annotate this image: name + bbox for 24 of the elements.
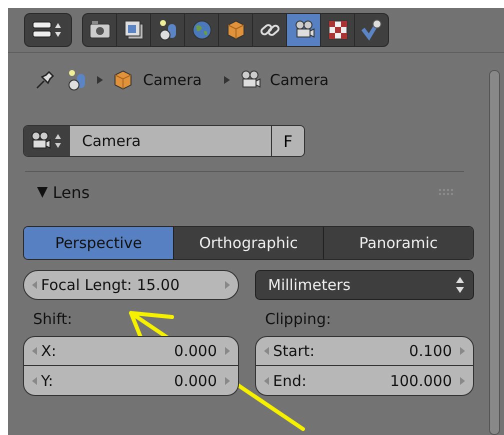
- unit-dropdown[interactable]: Millimeters: [255, 270, 474, 300]
- projection-option[interactable]: Perspective: [24, 227, 174, 259]
- updown-icon: [455, 276, 465, 294]
- group-label: Shift:: [32, 310, 74, 330]
- checker-icon: [326, 18, 350, 42]
- datablock-name-field[interactable]: Camera: [70, 126, 272, 156]
- projection-option[interactable]: Panoramic: [324, 227, 473, 259]
- images-icon: [122, 18, 146, 42]
- panel-title[interactable]: Lens: [52, 182, 90, 202]
- scrollbar[interactable]: [489, 70, 500, 435]
- chevron-icon: [97, 76, 103, 84]
- properties-tab[interactable]: [287, 14, 321, 46]
- globe-icon: [190, 18, 214, 42]
- fake-user-button[interactable]: F: [272, 126, 304, 156]
- editor-type-button[interactable]: [24, 13, 72, 47]
- drag-grip-icon[interactable]: [438, 188, 454, 196]
- projection-option[interactable]: Orthographic: [174, 227, 324, 259]
- check-icon: [360, 18, 384, 42]
- collapse-toggle[interactable]: ▼: [37, 184, 48, 200]
- chevron-icon: [224, 76, 230, 84]
- group-label: Clipping:: [264, 310, 332, 330]
- datablock-browse-button[interactable]: [24, 126, 70, 156]
- breadcrumb-label: Camera: [270, 71, 329, 89]
- breadcrumb-label: Camera: [143, 71, 202, 89]
